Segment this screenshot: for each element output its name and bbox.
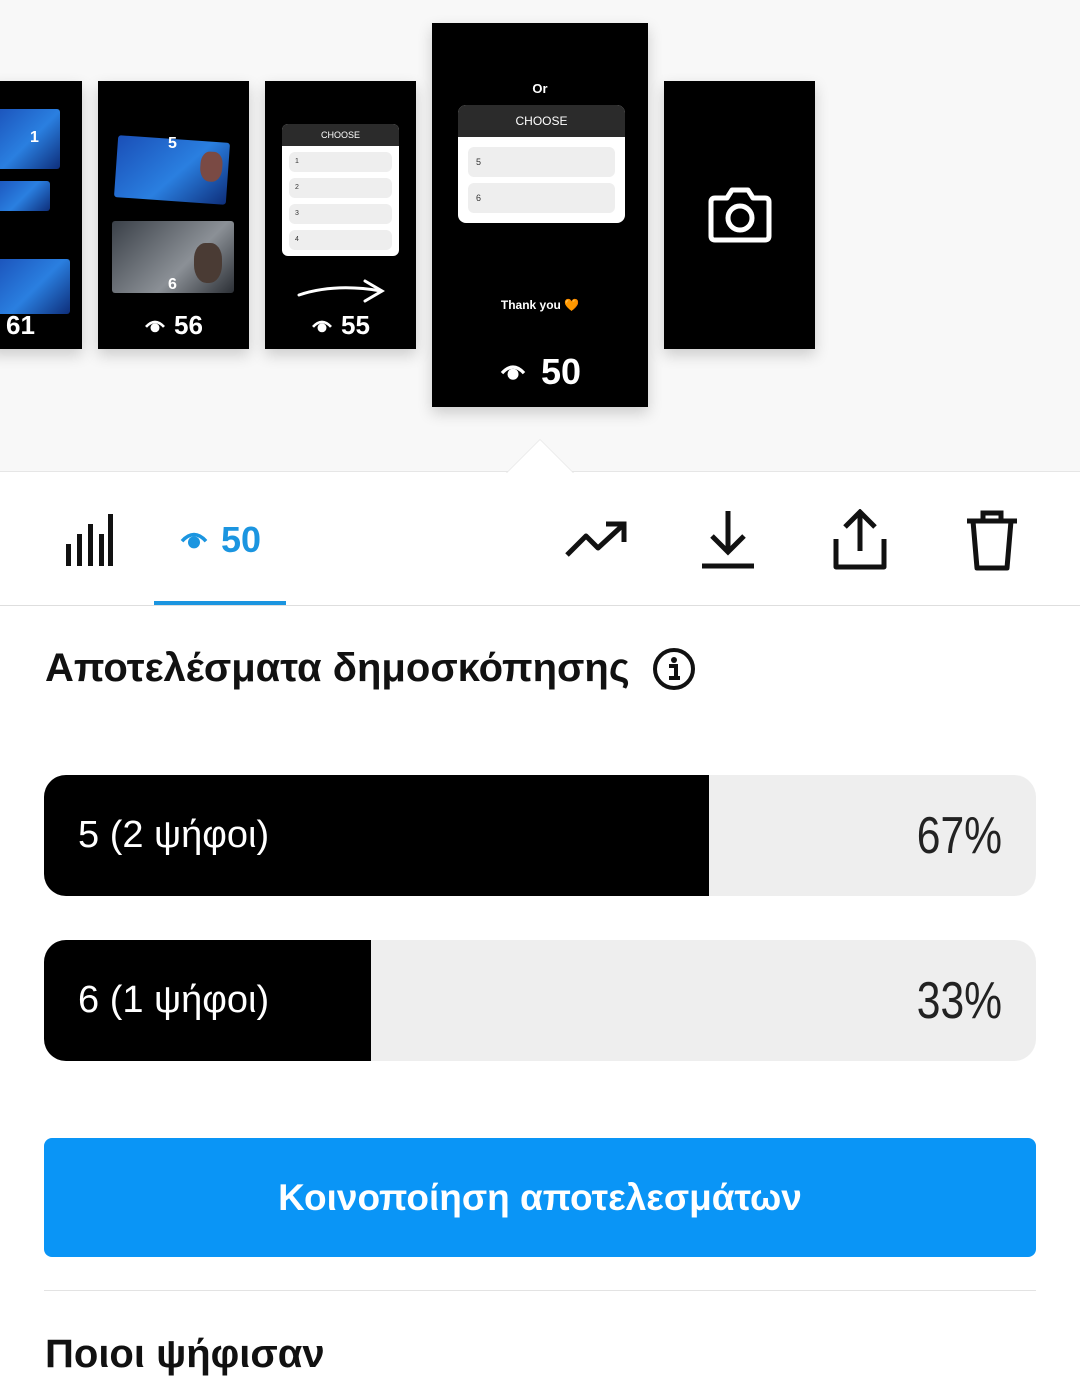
poll-option: 3 xyxy=(289,204,392,224)
poll-option: 6 xyxy=(468,183,615,213)
tab-viewers[interactable]: 50 xyxy=(154,508,286,572)
story-thumbnail-4-selected[interactable]: Or CHOOSE 5 6 Thank you 🧡 50 xyxy=(432,23,648,407)
poll-results-title: Αποτελέσματα δημοσκόπησης xyxy=(45,646,696,691)
views-count: 55 xyxy=(341,310,370,340)
poll-option: 4 xyxy=(289,230,392,250)
poll-result-option-5: 5 (2 ψήφοι) 67% xyxy=(44,775,1036,896)
story-screenshot xyxy=(0,259,70,314)
promote-button[interactable] xyxy=(558,502,634,578)
tab-insights[interactable] xyxy=(48,508,128,572)
delete-button[interactable] xyxy=(954,502,1030,578)
story-views: 55 xyxy=(265,310,416,341)
eye-icon xyxy=(312,320,333,332)
story-number: 6 xyxy=(168,276,177,293)
result-label: 5 (2 ψήφοι) xyxy=(78,814,270,856)
story-strip: 1 61 5 6 56 CHOOSE 1 2 3 4 55 Or CHOOSE … xyxy=(0,0,1080,473)
poll-sticker: CHOOSE 1 2 3 4 xyxy=(282,124,399,256)
story-text: Or xyxy=(532,81,548,96)
views-count: 56 xyxy=(174,310,203,340)
camera-icon xyxy=(708,187,772,243)
story-thumbnail-1[interactable]: 1 61 xyxy=(0,81,82,349)
voters-section-title: Ποιοι ψήφισαν xyxy=(45,1332,325,1376)
arrow-drawing xyxy=(297,279,385,303)
result-percentage: 33% xyxy=(916,971,1002,1030)
story-thumbnail-2[interactable]: 5 6 56 xyxy=(98,81,249,349)
eye-icon xyxy=(500,365,526,380)
info-icon[interactable] xyxy=(652,647,696,691)
viewers-count: 50 xyxy=(220,519,262,560)
bar-chart-icon xyxy=(66,514,113,566)
owl-image xyxy=(194,243,222,283)
poll-sticker: CHOOSE 5 6 xyxy=(458,105,625,223)
poll-option: 2 xyxy=(289,178,392,198)
story-caption: Thank you 🧡 xyxy=(500,298,580,312)
download-icon xyxy=(702,511,754,569)
result-percentage: 67% xyxy=(916,806,1002,865)
poll-header: CHOOSE xyxy=(282,124,399,146)
eye-icon xyxy=(180,532,208,549)
story-number: 5 xyxy=(168,135,177,152)
poll-option: 1 xyxy=(289,152,392,172)
selection-pointer xyxy=(507,440,573,473)
story-views: 50 xyxy=(432,351,648,393)
add-story-camera[interactable] xyxy=(664,81,815,349)
story-toolbar: 50 xyxy=(0,472,1080,606)
divider xyxy=(44,1290,1036,1291)
views-count: 61 xyxy=(6,310,35,340)
share-button[interactable] xyxy=(822,502,898,578)
share-results-button[interactable]: Κοινοποίηση αποτελεσμάτων xyxy=(44,1138,1036,1257)
owl-image xyxy=(199,151,224,183)
story-number: 1 xyxy=(30,129,39,146)
story-screenshot xyxy=(0,181,50,211)
story-views: 61 xyxy=(0,310,82,341)
eye-icon xyxy=(145,320,166,332)
result-label: 6 (1 ψήφοι) xyxy=(78,979,270,1021)
download-button[interactable] xyxy=(690,502,766,578)
poll-header: CHOOSE xyxy=(458,105,625,137)
trending-up-icon xyxy=(565,521,627,557)
story-thumbnail-3[interactable]: CHOOSE 1 2 3 4 55 xyxy=(265,81,416,349)
share-icon xyxy=(833,509,887,570)
poll-results-title-text: Αποτελέσματα δημοσκόπησης xyxy=(45,646,630,690)
trash-icon xyxy=(967,510,1017,571)
views-count: 50 xyxy=(540,351,582,392)
poll-result-option-6: 6 (1 ψήφοι) 33% xyxy=(44,940,1036,1061)
story-views: 56 xyxy=(98,310,249,341)
active-tab-indicator xyxy=(154,601,286,605)
poll-option: 5 xyxy=(468,147,615,177)
